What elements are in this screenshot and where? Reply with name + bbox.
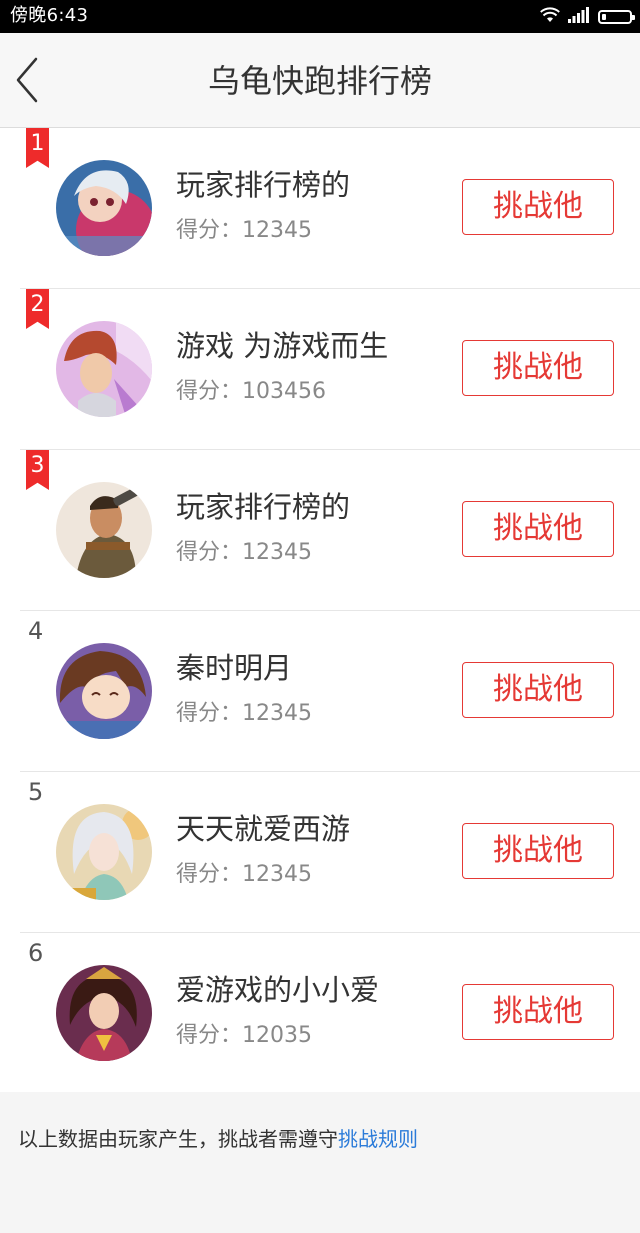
player-score: 得分：12345 (176, 218, 312, 243)
leaderboard-row: 6 爱游戏的小小爱 得分：12035 挑战他 (0, 933, 640, 1094)
player-score: 得分：12345 (176, 701, 312, 726)
player-name: 秦时明月 (176, 651, 293, 685)
signal-icon (568, 7, 590, 27)
page-title: 乌龟快跑排行榜 (207, 62, 432, 100)
status-time: 傍晚6:43 (10, 5, 89, 26)
leaderboard-row: 3 玩家排行榜的 得分：12345 挑战他 (0, 450, 640, 611)
rank-number: 1 (30, 131, 45, 156)
challenge-rules-link[interactable]: 挑战规则 (338, 1127, 418, 1151)
challenge-button[interactable]: 挑战他 (462, 340, 614, 396)
footer-note: 以上数据由玩家产生，挑战者需遵守挑战规则 (18, 1124, 418, 1154)
leaderboard-row: 5 天天就爱西游 得分：12345 挑战他 (0, 772, 640, 933)
avatar[interactable] (56, 643, 152, 739)
player-score: 得分：12035 (176, 1023, 312, 1048)
wifi-icon (540, 7, 560, 27)
rank-number: 5 (28, 778, 44, 806)
challenge-button[interactable]: 挑战他 (462, 823, 614, 879)
rank-ribbon: 2 (26, 289, 49, 329)
header: 乌龟快跑排行榜 (0, 33, 640, 128)
avatar[interactable] (56, 482, 152, 578)
avatar[interactable] (56, 160, 152, 256)
player-name: 天天就爱西游 (176, 812, 351, 846)
rank-number: 6 (28, 939, 44, 967)
challenge-button[interactable]: 挑战他 (462, 984, 614, 1040)
player-name: 玩家排行榜的 (176, 490, 351, 524)
battery-icon (598, 10, 635, 24)
player-score: 得分：12345 (176, 862, 312, 887)
rank-number: 2 (30, 292, 45, 317)
player-name: 爱游戏的小小爱 (176, 973, 380, 1007)
status-bar: 傍晚6:43 (0, 0, 640, 33)
challenge-button[interactable]: 挑战他 (462, 179, 614, 235)
leaderboard-row: 1 玩家排行榜的 得分：12345 挑战他 (0, 128, 640, 289)
challenge-button[interactable]: 挑战他 (462, 662, 614, 718)
status-icons (540, 7, 635, 27)
footer-note-text: 以上数据由玩家产生，挑战者需遵守 (18, 1127, 338, 1151)
rank-ribbon: 3 (26, 450, 49, 490)
avatar[interactable] (56, 804, 152, 900)
player-score: 得分：103456 (176, 379, 326, 404)
avatar[interactable] (56, 965, 152, 1061)
rank-ribbon: 1 (26, 128, 49, 168)
player-name: 游戏 为游戏而生 (176, 329, 389, 363)
rank-number: 4 (28, 617, 44, 645)
challenge-button[interactable]: 挑战他 (462, 501, 614, 557)
leaderboard-row: 4 秦时明月 得分：12345 挑战他 (0, 611, 640, 772)
player-score: 得分：12345 (176, 540, 312, 565)
avatar[interactable] (56, 321, 152, 417)
player-name: 玩家排行榜的 (176, 168, 351, 202)
rank-number: 3 (30, 453, 45, 478)
leaderboard-list: 1 玩家排行榜的 得分：12345 挑战他 2 游戏 为游戏而生 得分：1034… (0, 128, 640, 1092)
leaderboard-row: 2 游戏 为游戏而生 得分：103456 挑战他 (0, 289, 640, 450)
